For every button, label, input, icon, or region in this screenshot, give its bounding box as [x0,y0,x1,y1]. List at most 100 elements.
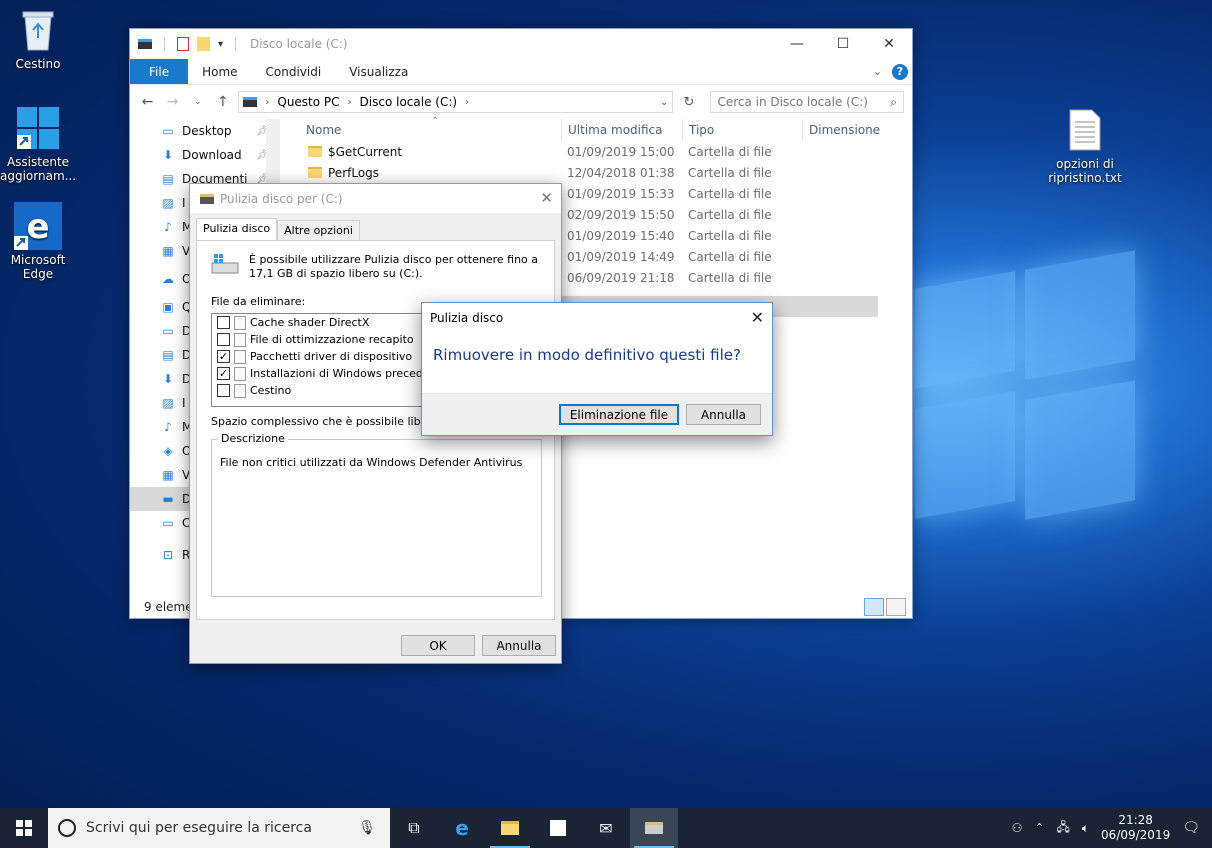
search-input[interactable]: Cerca in Disco locale (C:) ⌕ [710,91,904,113]
download-icon: ⬇ [162,372,174,386]
breadcrumb-local-disk[interactable]: Disco locale (C:) [360,95,458,109]
breadcrumb-this-pc[interactable]: Questo PC [277,95,339,109]
expand-ribbon-icon[interactable]: ⌄ [873,65,882,78]
tab-more-options[interactable]: Altre opzioni [277,220,360,242]
large-icons-view-icon[interactable] [886,598,906,616]
type-cell: Cartella di file [688,165,772,180]
network-icon: ⊡ [162,548,174,562]
type-cell: Cartella di file [688,144,772,159]
volume-icon[interactable]: 🔈︎ [1082,821,1089,836]
table-row[interactable]: $GetCurrent 01/09/2019 15:00 Cartella di f… [300,141,900,162]
text-file-icon [1061,106,1109,154]
confirm-title: Pulizia disco [430,311,504,325]
file-type-icon [234,332,246,347]
checkbox[interactable]: ✓ [217,350,230,363]
help-icon[interactable]: ? [892,63,908,80]
music-icon: ♪ [164,220,172,234]
modified-cell: 01/09/2019 15:33 [567,186,675,201]
file-type-icon [234,383,246,398]
tab-home[interactable]: Home [188,59,251,84]
confirm-footer: Eliminazione file Annulla [422,393,772,435]
details-view-icon[interactable] [864,598,884,616]
cancel-button[interactable]: Annulla [482,635,556,656]
close-icon[interactable]: ✕ [751,308,764,327]
music-icon: ♪ [164,420,172,434]
back-arrow-icon[interactable]: ← [138,94,157,110]
file-explorer-taskbar-icon[interactable] [486,808,534,848]
list-item-label: Cache shader DirectX [250,316,370,329]
maximize-button[interactable]: ☐ [820,29,866,59]
desktop-icon-edge[interactable]: e Microsoft Edge [0,202,76,281]
documents-icon: ▤ [162,348,174,362]
sidebar-item-label: I [182,396,186,410]
column-name[interactable]: Nome [300,119,341,141]
address-dropdown-icon[interactable]: ⌄ [660,97,668,108]
checkbox[interactable] [217,384,230,397]
store-taskbar-icon[interactable] [534,808,582,848]
chevron-right-icon[interactable]: › [348,97,352,108]
cancel-button[interactable]: Annulla [686,404,761,425]
desktop-icon-update-assistant[interactable]: Assistente aggiornam... [0,104,76,183]
edge-taskbar-icon[interactable]: e [438,808,486,848]
checkbox[interactable] [217,333,230,346]
table-row[interactable]: PerfLogs 12/04/2018 01:38 Cartella di file [300,162,900,183]
modified-cell: 01/09/2019 15:40 [567,228,675,243]
desktop-icon-recycle-bin[interactable]: Cestino [0,6,76,71]
desktop-icon-label: Cestino [15,57,61,71]
address-bar[interactable]: › Questo PC › Disco locale (C:) › ⌄ [238,91,674,113]
videos-icon: ▦ [162,244,174,258]
desktop-icon-text-file[interactable]: opzioni di ripristino.txt [1047,106,1123,185]
modified-cell: 02/09/2019 15:50 [567,207,675,222]
tab-view[interactable]: Visualizza [335,59,422,84]
people-icon[interactable]: ⚇ [1012,821,1023,835]
close-icon[interactable]: ✕ [540,189,553,207]
windows-update-assistant-icon [14,104,62,152]
microphone-icon[interactable]: 🎙︎ [358,820,376,836]
close-button[interactable]: ✕ [866,29,912,59]
desktop-icon: ▭ [162,324,174,338]
customize-qat-icon[interactable]: ▾ [218,39,223,50]
taskbar-search-placeholder: Scrivi qui per eseguire la ricerca [86,820,312,836]
tab-file[interactable]: File [130,59,189,84]
chevron-right-icon[interactable]: › [265,97,269,108]
start-button[interactable] [0,808,48,848]
modified-cell: 12/04/2018 01:38 [567,165,675,180]
sidebar-item[interactable]: ▭ Desktop 📌︎ [130,119,280,143]
system-tray: ⚇ ⌃ 🖧︎ 🔈︎ 21:28 06/09/2019 🗨︎ [1012,813,1212,843]
type-cell: Cartella di file [688,249,772,264]
checkbox[interactable]: ✓ [217,367,230,380]
list-item-label: Cestino [250,384,292,397]
desktop-icon-label: Assistente aggiornam... [0,155,77,183]
network-icon[interactable]: 🖧︎ [1056,818,1069,839]
sidebar-item[interactable]: ⬇ Download 📌︎ [130,143,280,167]
confirm-message: Rimuovere in modo definitivo questi file… [433,346,741,364]
new-folder-icon[interactable] [197,37,210,51]
delete-files-button[interactable]: Eliminazione file [559,404,679,425]
refresh-icon[interactable]: ↻ [679,95,698,110]
clock[interactable]: 21:28 06/09/2019 [1101,813,1170,843]
description-group: Descrizione File non critici utilizzati … [211,432,542,597]
column-type[interactable]: Tipo [682,119,714,141]
desktop-icon: ▭ [162,124,174,138]
tab-disk-cleanup[interactable]: Pulizia disco [196,218,278,240]
minimize-button[interactable]: — [774,29,820,59]
forward-arrow-icon[interactable]: → [163,94,182,110]
tab-share[interactable]: Condividi [252,59,336,84]
drive-icon [243,97,258,107]
checkbox[interactable] [217,316,230,329]
desktop-icon-label: Microsoft Edge [10,253,66,281]
recent-locations-icon[interactable]: ⌄ [188,97,207,107]
taskbar-search-box[interactable]: Scrivi qui per eseguire la ricerca 🎙︎ [48,808,390,848]
column-modified[interactable]: Ultima modifica [561,119,663,141]
up-arrow-icon[interactable]: ↑ [213,94,232,110]
show-hidden-icons-icon[interactable]: ⌃ [1034,821,1044,835]
properties-icon[interactable] [177,37,189,51]
list-item-label: File di ottimizzazione recapito [250,333,414,346]
column-size[interactable]: Dimensione [802,119,880,141]
mail-taskbar-icon[interactable]: ✉ [582,808,630,848]
disk-cleanup-taskbar-icon[interactable] [630,808,678,848]
chevron-right-icon[interactable]: › [465,97,469,108]
notifications-icon[interactable]: 🗨︎ [1182,820,1200,836]
ok-button[interactable]: OK [401,635,475,656]
task-view-icon[interactable]: ⧉ [390,808,438,848]
